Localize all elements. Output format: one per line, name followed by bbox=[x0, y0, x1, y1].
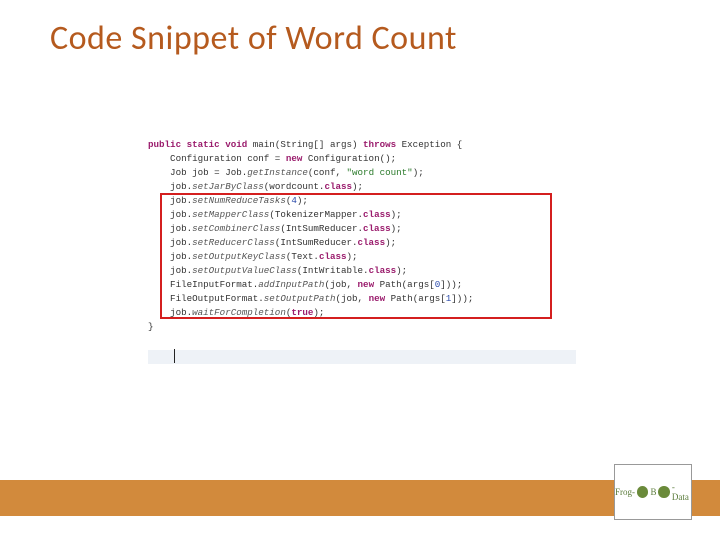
code-line-9: job.setOutputKeyClass(Text.class); bbox=[148, 250, 473, 264]
footer-bar bbox=[0, 480, 720, 516]
code-snippet: public static void main(String[] args) t… bbox=[148, 138, 473, 334]
code-line-13: job.waitForCompletion(true); bbox=[148, 306, 473, 320]
code-line-4: job.setJarByClass(wordcount.class); bbox=[148, 180, 473, 194]
logo-text-left: Frog- bbox=[615, 487, 635, 497]
code-line-3: Job job = Job.getInstance(conf, "word co… bbox=[148, 166, 473, 180]
slide-title: Code Snippet of Word Count bbox=[0, 0, 720, 59]
logo-text-right: -Data bbox=[672, 482, 691, 502]
frog-icon bbox=[637, 486, 648, 498]
code-line-1: public static void main(String[] args) t… bbox=[148, 138, 473, 152]
frog-icon bbox=[658, 486, 669, 498]
code-line-15: } bbox=[148, 320, 473, 334]
editor-highlight-row bbox=[148, 350, 576, 364]
code-line-6: job.setMapperClass(TokenizerMapper.class… bbox=[148, 208, 473, 222]
code-line-11: FileInputFormat.addInputPath(job, new Pa… bbox=[148, 278, 473, 292]
logo-glyph: B bbox=[650, 487, 656, 497]
code-line-5: job.setNumReduceTasks(4); bbox=[148, 194, 473, 208]
code-line-8: job.setReducerClass(IntSumReducer.class)… bbox=[148, 236, 473, 250]
code-line-2: Configuration conf = new Configuration()… bbox=[148, 152, 473, 166]
code-line-7: job.setCombinerClass(IntSumReducer.class… bbox=[148, 222, 473, 236]
text-caret-icon bbox=[174, 349, 175, 363]
frog-b-data-logo: Frog- B -Data bbox=[614, 464, 692, 520]
code-line-10: job.setOutputValueClass(IntWritable.clas… bbox=[148, 264, 473, 278]
code-line-12: FileOutputFormat.setOutputPath(job, new … bbox=[148, 292, 473, 306]
